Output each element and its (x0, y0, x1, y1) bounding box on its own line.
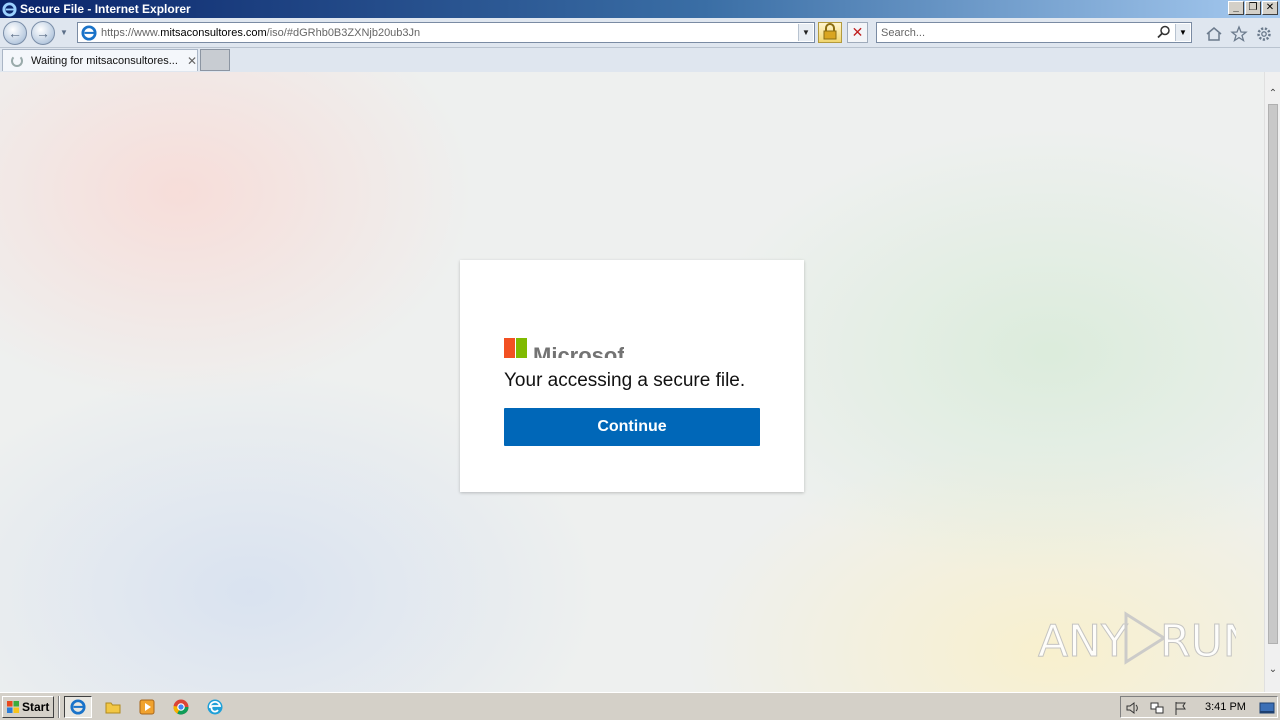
tab-bar: Waiting for mitsaconsultores... ✕ (0, 48, 1280, 72)
media-player-icon (139, 699, 155, 715)
close-x-icon: ✕ (851, 24, 864, 40)
page-ie-icon (81, 24, 97, 41)
stop-button[interactable]: ✕ (847, 22, 868, 43)
anyrun-watermark: ANY RUN (1038, 611, 1236, 668)
taskbar-edge[interactable] (201, 696, 229, 718)
page-content: Microsoft Your accessing a secure file. … (0, 72, 1264, 692)
secure-file-message: Your accessing a secure file. (504, 370, 746, 391)
back-arrow-icon: ← (8, 25, 22, 41)
search-icon[interactable] (1157, 25, 1171, 39)
security-lock-button[interactable] (818, 22, 842, 43)
start-label: Start (22, 700, 50, 714)
search-dropdown-icon[interactable]: ▼ (1175, 24, 1190, 41)
tab-close-icon[interactable]: ✕ (187, 54, 197, 68)
start-button[interactable]: Start (2, 696, 54, 718)
vertical-scrollbar[interactable]: ⌃ ⌄ (1264, 72, 1280, 692)
tab-label: Waiting for mitsaconsultores... (31, 54, 178, 67)
search-input[interactable] (877, 23, 1147, 42)
system-tray: 3:41 PM (1120, 696, 1278, 718)
settings-gear-icon[interactable] (1255, 25, 1273, 43)
volume-icon[interactable] (1125, 700, 1141, 716)
svg-text:ANY: ANY (1038, 616, 1128, 667)
navigation-bar: ← → ▼ https://www.mitsaconsultores.com/i… (0, 18, 1280, 48)
action-center-flag-icon[interactable] (1173, 700, 1189, 716)
microsoft-logo-icon (504, 338, 527, 358)
internet-explorer-icon (70, 699, 86, 715)
taskbar-file-explorer[interactable] (99, 696, 127, 718)
address-bar[interactable]: https://www.mitsaconsultores.com/iso/#dG… (77, 22, 815, 43)
taskbar-clock[interactable]: 3:41 PM (1205, 701, 1246, 713)
loading-spinner-icon (11, 54, 23, 67)
restore-button[interactable]: ❐ (1245, 1, 1261, 15)
svg-text:RUN: RUN (1160, 616, 1236, 667)
close-button[interactable]: ✕ (1262, 1, 1278, 15)
show-desktop-icon[interactable] (1259, 700, 1275, 716)
microsoft-logo: Microsoft (504, 338, 624, 358)
taskbar-internet-explorer[interactable] (64, 696, 92, 718)
favorites-star-icon[interactable] (1230, 25, 1248, 43)
network-icon[interactable] (1149, 700, 1165, 716)
lock-icon (823, 23, 837, 40)
scroll-up-icon[interactable]: ⌃ (1265, 86, 1280, 102)
chrome-icon (173, 699, 189, 715)
windows-flag-icon (7, 701, 19, 713)
scroll-thumb[interactable] (1268, 104, 1278, 644)
internet-explorer-icon (2, 1, 17, 17)
minimize-button[interactable]: _ (1228, 1, 1244, 15)
back-button[interactable]: ← (3, 21, 27, 45)
search-box[interactable]: ▼ (876, 22, 1192, 43)
folder-icon (105, 702, 121, 714)
forward-button[interactable]: → (31, 21, 55, 45)
scroll-down-icon[interactable]: ⌄ (1265, 662, 1280, 678)
taskbar-media-player[interactable] (133, 696, 161, 718)
taskbar: Start 3:41 PM (0, 692, 1280, 720)
tab-active[interactable]: Waiting for mitsaconsultores... ✕ (2, 49, 198, 71)
recent-pages-dropdown-icon[interactable]: ▼ (60, 28, 68, 37)
secure-file-card: Microsoft Your accessing a secure file. … (460, 260, 804, 492)
new-tab-button[interactable] (200, 49, 230, 71)
window-title: Secure File - Internet Explorer (20, 2, 191, 16)
home-icon[interactable] (1205, 25, 1223, 43)
microsoft-wordmark: Microsoft (533, 343, 624, 358)
address-dropdown-icon[interactable]: ▼ (798, 24, 813, 41)
edge-icon (207, 699, 223, 715)
continue-button[interactable]: Continue (504, 408, 760, 446)
window-titlebar: Secure File - Internet Explorer _ ❐ ✕ (0, 0, 1280, 18)
forward-arrow-icon: → (36, 25, 50, 41)
taskbar-chrome[interactable] (167, 696, 195, 718)
address-url: https://www.mitsaconsultores.com/iso/#dG… (101, 26, 421, 39)
